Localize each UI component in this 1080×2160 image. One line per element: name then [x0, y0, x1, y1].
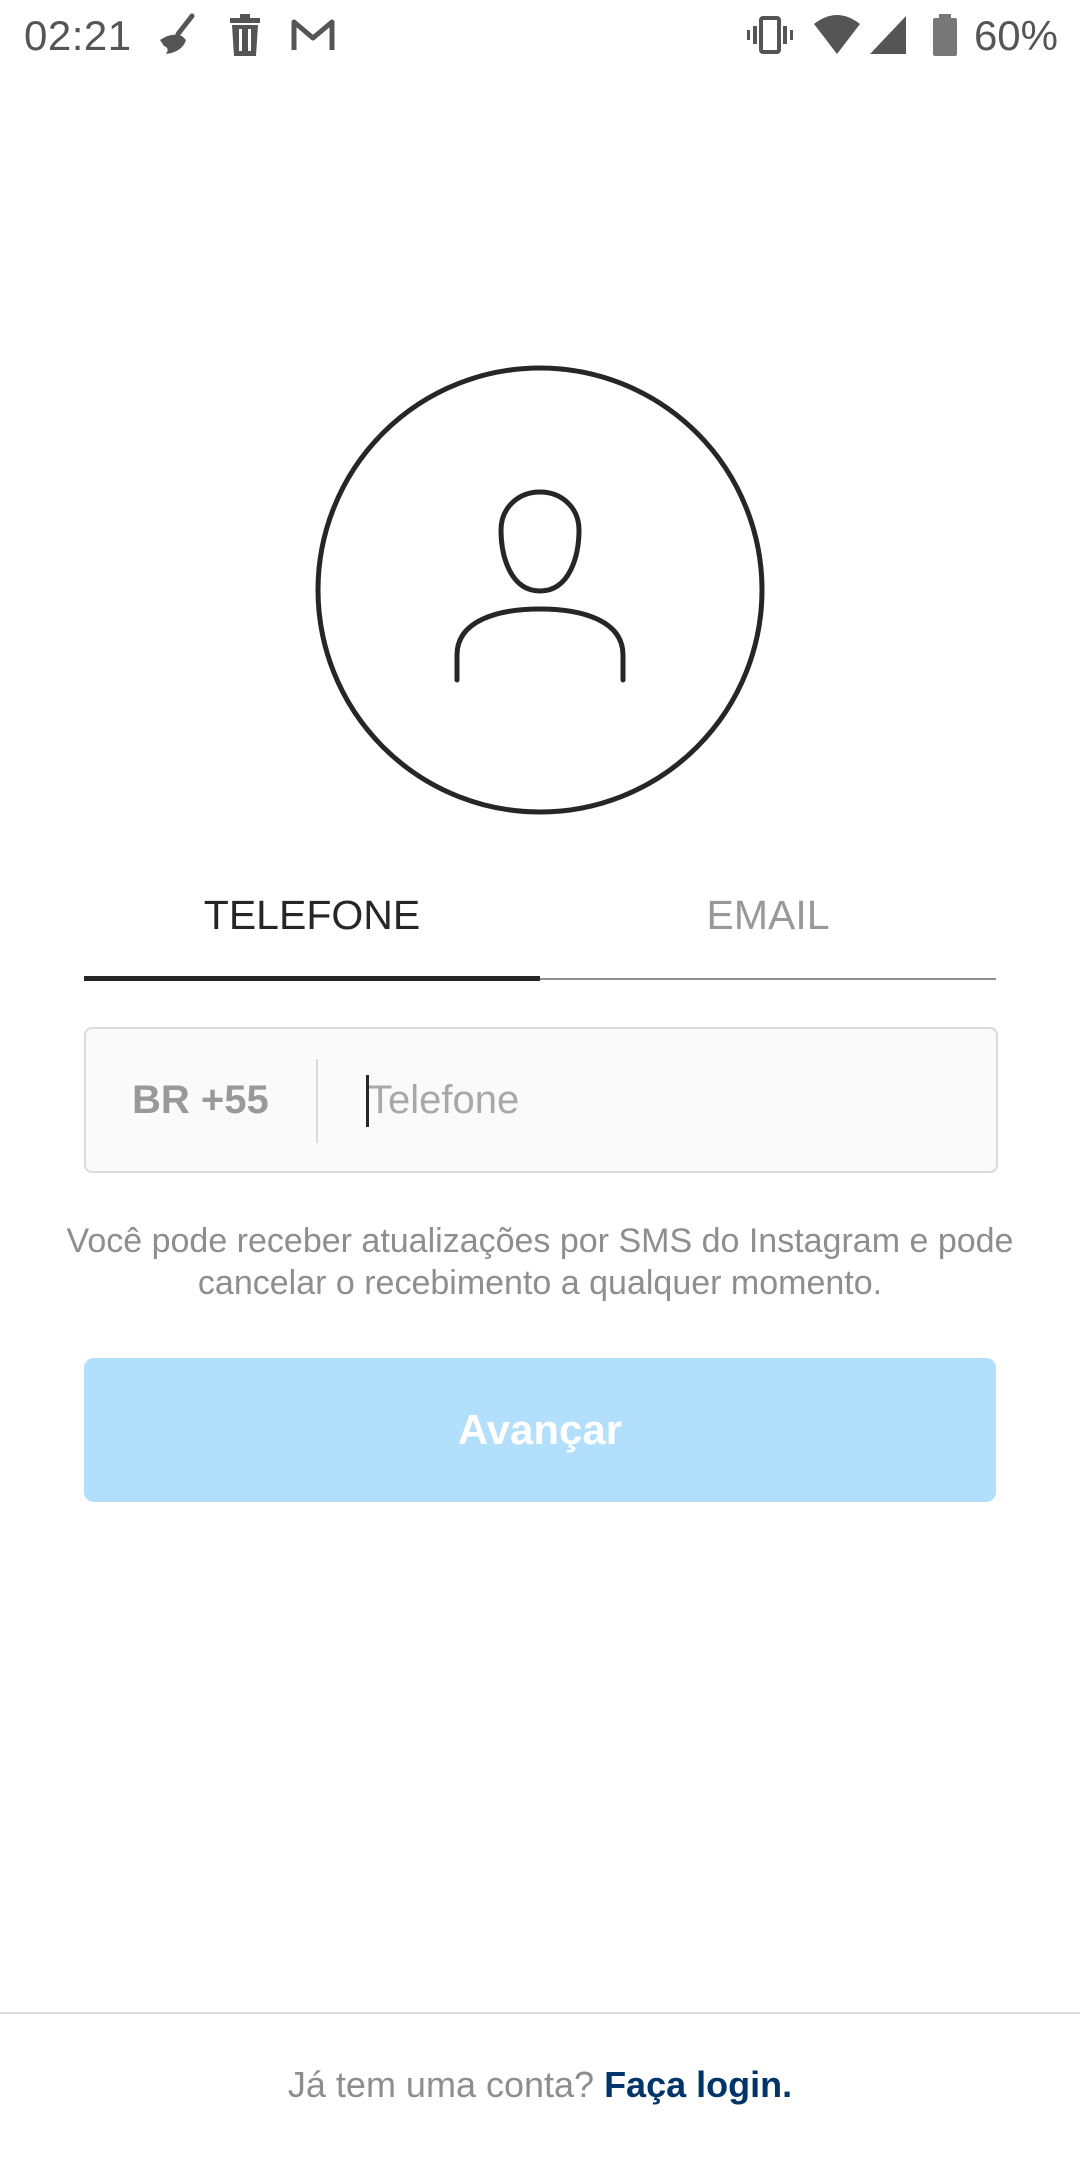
country-code-selector[interactable]: BR +55 — [132, 1029, 269, 1171]
sms-notice: Você pode receber atualizações por SMS d… — [66, 1222, 1014, 1302]
broom-icon — [160, 13, 195, 54]
tab-active-indicator — [84, 976, 540, 981]
battery-icon — [933, 14, 957, 56]
status-time: 02:21 — [24, 12, 132, 59]
phone-field: BR +55 — [84, 1027, 998, 1173]
login-prompt: Já tem uma conta? — [287, 2064, 605, 2105]
trash-icon — [230, 14, 260, 56]
signup-method-tabs: TELEFONE EMAIL — [84, 850, 996, 982]
phone-input[interactable] — [368, 1057, 968, 1143]
vibrate-icon — [747, 16, 793, 54]
footer-divider — [0, 2012, 1080, 2014]
field-divider — [316, 1059, 318, 1143]
text-caret — [366, 1075, 369, 1127]
tab-telefone[interactable]: TELEFONE — [84, 850, 540, 980]
gmail-icon — [291, 19, 335, 50]
profile-avatar[interactable] — [315, 365, 765, 815]
user-silhouette-icon — [454, 489, 626, 683]
status-bar: 02:21 60% — [0, 0, 1080, 72]
login-link[interactable]: Faça login. — [604, 2064, 792, 2105]
battery-percent: 60% — [973, 12, 1058, 59]
wifi-icon — [814, 15, 860, 54]
signal-icon — [870, 16, 906, 54]
login-footer: Já tem uma conta? Faça login. — [0, 2064, 1080, 2106]
next-button[interactable]: Avançar — [84, 1358, 996, 1502]
tab-email[interactable]: EMAIL — [540, 850, 996, 980]
